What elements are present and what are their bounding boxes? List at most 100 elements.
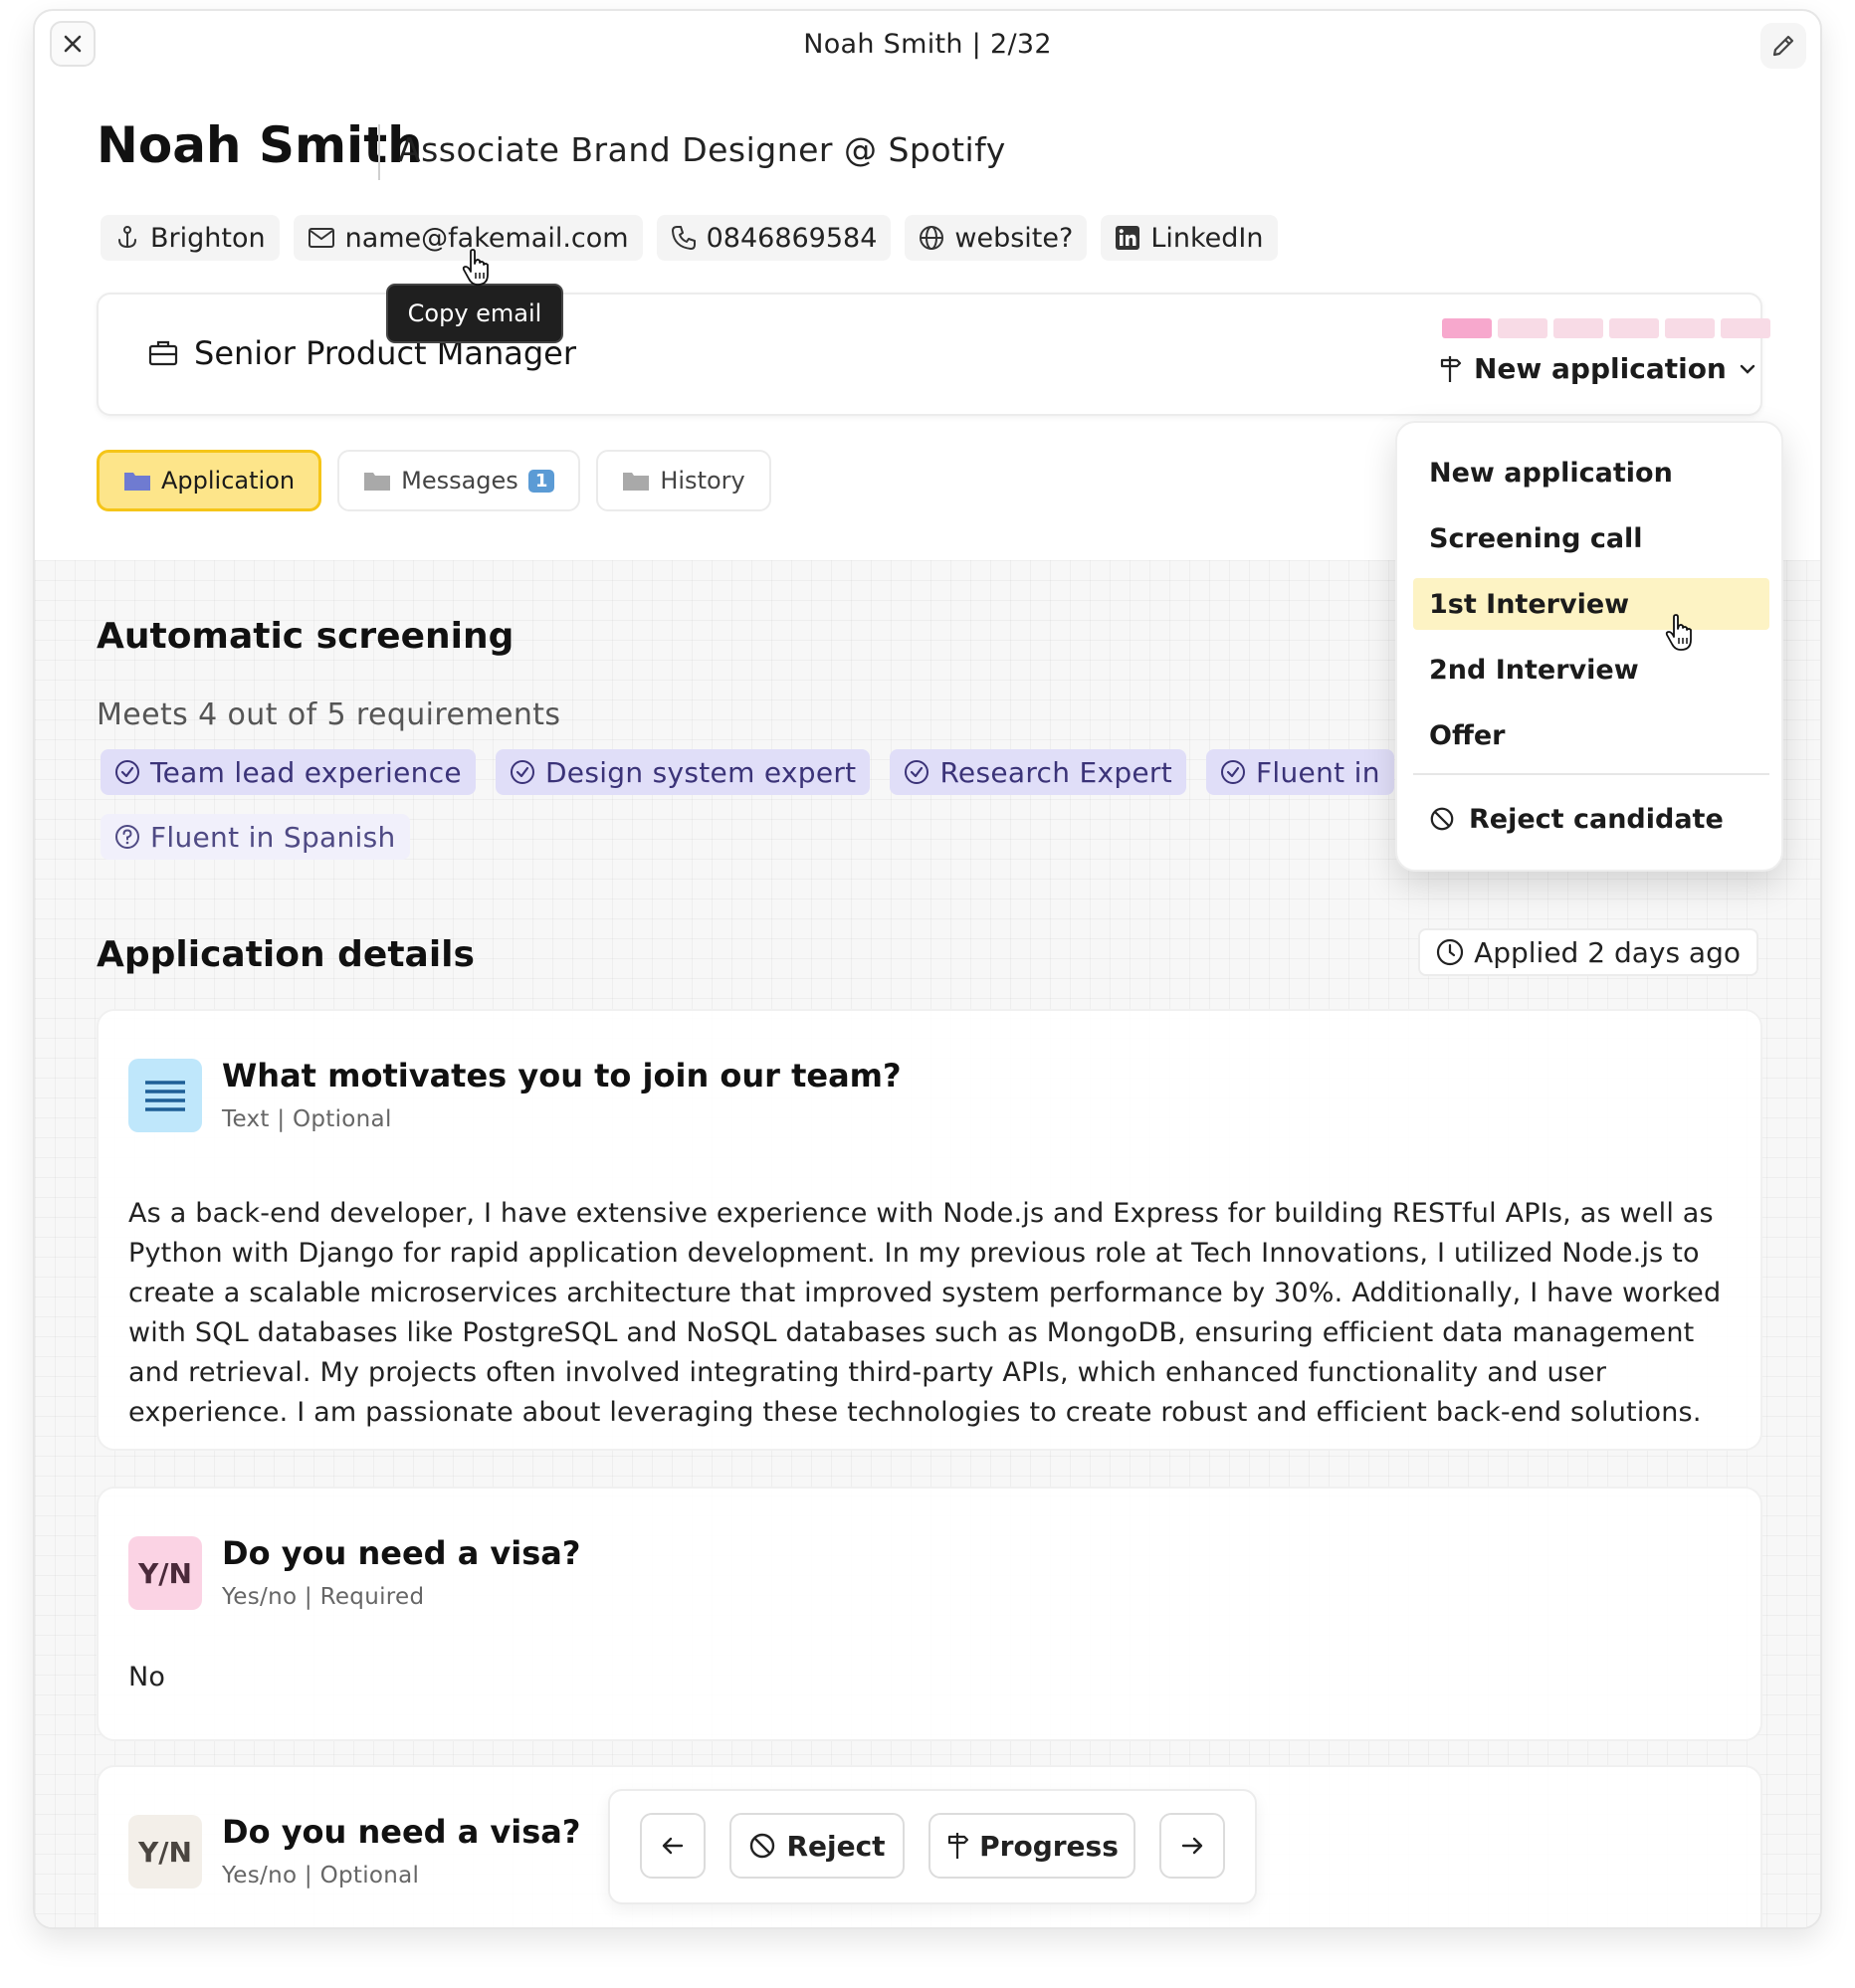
- menu-divider: [1413, 773, 1769, 775]
- phone-icon: [671, 226, 696, 250]
- question-title: What motivates you to join our team?: [222, 1057, 902, 1094]
- contact-location-label: Brighton: [150, 222, 266, 254]
- progress-button-label: Progress: [979, 1829, 1119, 1863]
- copy-email-tooltip: Copy email: [386, 284, 563, 343]
- candidate-window: Noah Smith | 2/32 Noah Smith Associate B…: [33, 9, 1822, 1929]
- action-bar: Reject Progress: [608, 1789, 1257, 1904]
- requirement-chip: Research Expert: [890, 749, 1187, 795]
- requirement-label: Fluent in: [1256, 755, 1380, 789]
- name-divider: [378, 124, 380, 180]
- tab-application-label: Application: [161, 467, 296, 495]
- stage-dropdown-label: New application: [1474, 352, 1727, 385]
- next-candidate-button[interactable]: [1159, 1813, 1225, 1879]
- contact-location[interactable]: Brighton: [101, 215, 280, 261]
- signpost-icon: [948, 1833, 969, 1859]
- applied-date-label: Applied 2 days ago: [1474, 935, 1741, 969]
- contact-phone-label: 0846869584: [706, 222, 878, 254]
- reject-button[interactable]: Reject: [729, 1813, 905, 1879]
- stage-progress-segment: [1442, 318, 1492, 338]
- requirement-label: Research Expert: [939, 755, 1173, 789]
- details-heading: Application details: [97, 934, 475, 975]
- question-answer: No: [128, 1662, 166, 1692]
- contact-website[interactable]: website?: [905, 215, 1088, 261]
- stage-option-2nd-interview[interactable]: 2nd Interview: [1413, 644, 1769, 696]
- stage-option-offer[interactable]: Offer: [1413, 709, 1769, 761]
- yes-no-icon: Y/N: [128, 1536, 202, 1610]
- contact-row: Brighton name@fakemail.com 0846869584 we…: [101, 215, 1278, 261]
- previous-candidate-button[interactable]: [640, 1813, 706, 1879]
- briefcase-icon: [148, 340, 178, 366]
- requirement-label: Fluent in Spanish: [150, 820, 396, 854]
- check-circle-icon: [905, 760, 929, 784]
- screening-heading: Automatic screening: [97, 616, 515, 657]
- anchor-icon: [118, 226, 136, 249]
- candidate-name: Noah Smith: [97, 116, 423, 174]
- tab-application[interactable]: Application: [97, 450, 322, 511]
- stage-dropdown-button[interactable]: New application: [1438, 352, 1756, 385]
- requirements-row: Team lead experience Design system exper…: [101, 749, 1394, 795]
- requirement-chip: Design system expert: [495, 749, 871, 795]
- stage-dropdown-menu: New application Screening call 1st Inter…: [1395, 421, 1783, 872]
- question-meta: Yes/no | Required: [222, 1584, 425, 1610]
- question-title: Do you need a visa?: [222, 1813, 581, 1851]
- globe-icon: [920, 226, 944, 250]
- question-title: Do you need a visa?: [222, 1534, 581, 1572]
- contact-linkedin[interactable]: LinkedIn: [1101, 215, 1278, 261]
- tab-bar: Application Messages 1 History: [97, 450, 771, 511]
- contact-website-label: website?: [954, 222, 1074, 254]
- mail-icon: [308, 228, 334, 248]
- ban-icon: [750, 1833, 775, 1859]
- folder-icon: [623, 473, 650, 491]
- candidate-role: Associate Brand Designer @ Spotify: [398, 130, 1006, 169]
- reject-button-label: Reject: [786, 1829, 886, 1863]
- stage-progress-segment: [1721, 318, 1770, 338]
- check-circle-icon: [115, 760, 139, 784]
- text-lines-icon: [128, 1059, 202, 1132]
- question-meta: Text | Optional: [222, 1106, 392, 1132]
- edit-button[interactable]: [1760, 23, 1806, 69]
- arrow-right-icon: [1181, 1837, 1203, 1855]
- question-meta: Yes/no | Optional: [222, 1863, 420, 1889]
- ban-icon: [1430, 807, 1454, 831]
- question-card: Y/N Do you need a visa? Yes/no | Require…: [97, 1487, 1762, 1741]
- yes-no-icon: Y/N: [128, 1815, 202, 1889]
- contact-linkedin-label: LinkedIn: [1150, 222, 1264, 254]
- stage-option-1st-interview[interactable]: 1st Interview: [1413, 578, 1769, 630]
- job-card: Senior Product Manager New application: [97, 293, 1770, 416]
- chevron-down-icon: [1740, 364, 1755, 374]
- question-circle-icon: [115, 825, 139, 849]
- signpost-icon: [1440, 355, 1462, 382]
- reject-candidate-label: Reject candidate: [1469, 803, 1724, 835]
- arrow-left-icon: [662, 1837, 684, 1855]
- folder-icon: [124, 473, 150, 491]
- window-title: Noah Smith | 2/32: [803, 29, 1052, 60]
- requirement-label: Team lead experience: [150, 755, 462, 789]
- tab-history[interactable]: History: [596, 450, 771, 511]
- stage-progress-segment: [1553, 318, 1603, 338]
- tab-messages[interactable]: Messages 1: [337, 450, 581, 511]
- requirement-chip: Team lead experience: [101, 749, 476, 795]
- folder-icon: [364, 473, 391, 491]
- question-answer: As a back-end developer, I have extensiv…: [128, 1198, 1722, 1428]
- check-circle-icon: [510, 760, 534, 784]
- hand-cursor-icon: [1665, 614, 1692, 651]
- reject-candidate-option[interactable]: Reject candidate: [1413, 793, 1769, 845]
- clock-icon: [1436, 938, 1464, 966]
- tab-messages-label: Messages: [401, 467, 518, 495]
- requirement-chip: Fluent in: [1206, 749, 1394, 795]
- contact-phone[interactable]: 0846869584: [656, 215, 892, 261]
- screening-summary: Meets 4 out of 5 requirements: [97, 697, 561, 732]
- stage-progress-segment: [1498, 318, 1547, 338]
- stage-progress-segment: [1665, 318, 1715, 338]
- stage-option-new-application[interactable]: New application: [1413, 447, 1769, 498]
- stage-progress-segment: [1609, 318, 1659, 338]
- messages-count-badge: 1: [527, 469, 555, 493]
- applied-date-chip: Applied 2 days ago: [1418, 928, 1758, 976]
- hand-cursor-icon: [462, 249, 489, 286]
- progress-button[interactable]: Progress: [928, 1813, 1135, 1879]
- check-circle-icon: [1221, 760, 1246, 784]
- tab-history-label: History: [660, 467, 745, 495]
- stage-option-screening-call[interactable]: Screening call: [1413, 512, 1769, 564]
- requirement-chip-unknown: Fluent in Spanish: [101, 814, 410, 860]
- linkedin-icon: [1116, 226, 1140, 250]
